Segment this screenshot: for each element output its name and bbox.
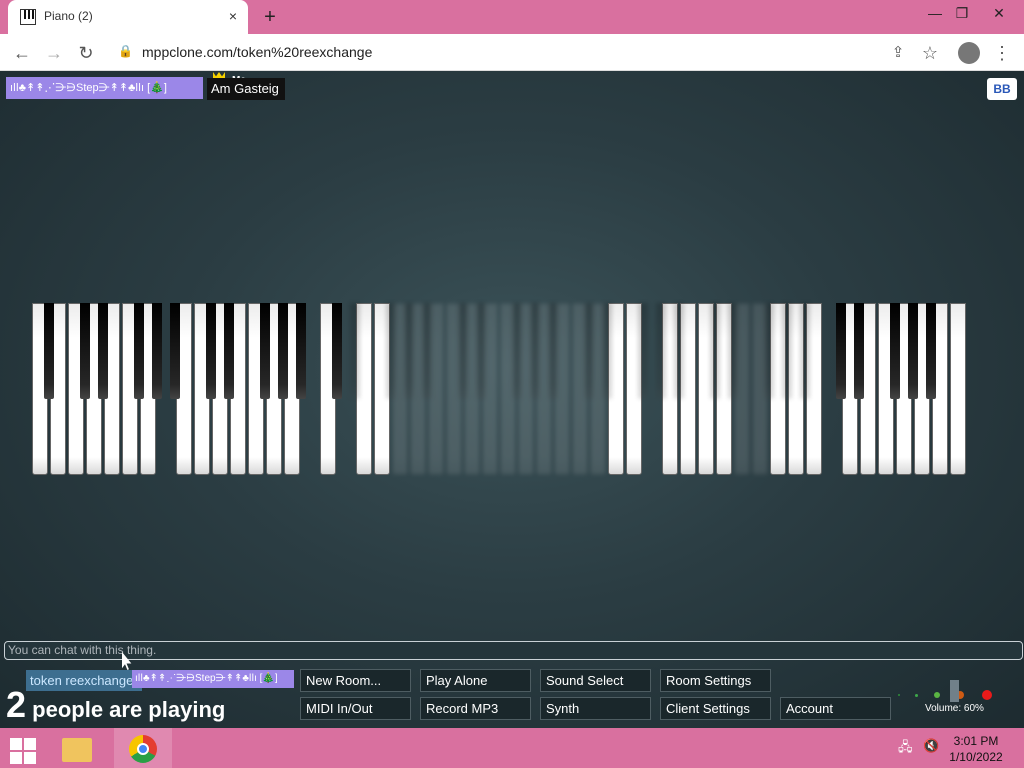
black-key[interactable] [404, 303, 414, 399]
black-key[interactable] [728, 303, 738, 399]
black-key[interactable] [638, 303, 648, 399]
chrome-taskbar-icon[interactable] [114, 728, 172, 768]
black-key[interactable] [584, 303, 594, 399]
share-icon[interactable]: ⇪ [885, 40, 911, 66]
black-key[interactable] [386, 303, 396, 399]
record-mp3-button[interactable]: Record MP3 [420, 697, 531, 720]
address-bar[interactable]: mppclone.com/token%20reexchange [142, 44, 372, 60]
profile-avatar-icon[interactable] [958, 42, 980, 64]
white-key[interactable] [950, 303, 966, 475]
black-key[interactable] [134, 303, 144, 399]
black-key[interactable] [908, 303, 918, 399]
black-key[interactable] [710, 303, 720, 399]
maximize-icon[interactable]: ❐ [947, 3, 977, 23]
black-key[interactable] [926, 303, 936, 399]
black-key[interactable] [260, 303, 270, 399]
user-name-chip[interactable]: ıǀǀ♣↟↟⋰⋺⋻Step⋺↟↟♣ǀǀı [🎄] [6, 77, 203, 99]
close-window-icon[interactable]: ✕ [984, 3, 1014, 23]
midi-inout-button[interactable]: MIDI In/Out [300, 697, 411, 720]
lock-icon: 🔒 [118, 44, 133, 58]
black-key[interactable] [278, 303, 288, 399]
client-settings-button[interactable]: Client Settings [660, 697, 771, 720]
people-count: 2 [6, 684, 27, 725]
browser-tabstrip: Piano (2) × + — ❐ ✕ [0, 0, 1024, 34]
volume-label: Volume: 60% [925, 703, 984, 714]
black-key[interactable] [854, 303, 864, 399]
piano-keyboard[interactable] [32, 303, 966, 475]
new-room-button[interactable]: New Room... [300, 669, 411, 692]
back-icon[interactable]: ← [9, 40, 35, 66]
minimize-icon[interactable]: — [920, 3, 950, 23]
windows-taskbar: 🖧 🔇 3:01 PM 1/10/2022 [0, 728, 1024, 768]
browser-tab[interactable]: Piano (2) × [8, 0, 248, 34]
volume-meter-dot [982, 690, 992, 700]
black-key[interactable] [44, 303, 54, 399]
black-key[interactable] [782, 303, 792, 399]
black-key[interactable] [224, 303, 234, 399]
volume-meter-dot [934, 692, 940, 698]
black-key[interactable] [296, 303, 306, 399]
sound-select-button[interactable]: Sound Select [540, 669, 651, 692]
speaker-muted-icon[interactable]: 🔇 [923, 738, 939, 756]
chat-input[interactable]: You can chat with this thing. [4, 641, 1023, 660]
black-key[interactable] [152, 303, 162, 399]
black-key[interactable] [80, 303, 90, 399]
black-key[interactable] [890, 303, 900, 399]
my-name-chip[interactable]: Am Gasteig [207, 78, 285, 100]
black-key[interactable] [206, 303, 216, 399]
black-key[interactable] [674, 303, 684, 399]
room-settings-button[interactable]: Room Settings [660, 669, 771, 692]
people-count-text: 2 people are playing [6, 684, 225, 726]
file-explorer-icon[interactable] [52, 728, 110, 768]
black-key[interactable] [548, 303, 558, 399]
volume-meter-dot [898, 694, 900, 696]
taskbar-clock[interactable]: 3:01 PM 1/10/2022 [946, 733, 1006, 765]
network-icon[interactable]: 🖧 [898, 738, 913, 756]
black-key[interactable] [656, 303, 666, 399]
black-key[interactable] [170, 303, 180, 399]
forward-icon[interactable]: → [41, 40, 67, 66]
tab-close-icon[interactable]: × [224, 7, 242, 25]
synth-button[interactable]: Synth [540, 697, 651, 720]
black-key[interactable] [602, 303, 612, 399]
black-key[interactable] [512, 303, 522, 399]
black-key[interactable] [530, 303, 540, 399]
browser-toolbar: ← → ↻ 🔒 mppclone.com/token%20reexchange … [0, 34, 1024, 71]
volume-meter-dot [915, 693, 918, 697]
bb-button[interactable]: BB [987, 78, 1017, 100]
black-key[interactable] [98, 303, 108, 399]
black-key[interactable] [764, 303, 774, 399]
people-text: people are playing [32, 697, 226, 722]
black-key[interactable] [332, 303, 342, 399]
reload-icon[interactable]: ↻ [73, 40, 99, 66]
clock-time: 3:01 PM [953, 734, 999, 748]
play-alone-button[interactable]: Play Alone [420, 669, 531, 692]
account-button[interactable]: Account [780, 697, 891, 720]
new-tab-icon[interactable]: + [258, 5, 282, 29]
volume-slider[interactable] [950, 680, 959, 702]
black-key[interactable] [422, 303, 432, 399]
black-key[interactable] [800, 303, 810, 399]
windows-start-icon[interactable] [10, 738, 38, 766]
clock-date: 1/10/2022 [949, 750, 1003, 764]
menu-icon[interactable]: ⋮ [989, 40, 1015, 66]
black-key[interactable] [476, 303, 486, 399]
black-key[interactable] [350, 303, 360, 399]
tab-title: Piano (2) [44, 9, 93, 23]
black-key[interactable] [836, 303, 846, 399]
piano-favicon-icon [20, 9, 36, 25]
star-icon[interactable]: ☆ [917, 40, 943, 66]
black-key[interactable] [458, 303, 468, 399]
